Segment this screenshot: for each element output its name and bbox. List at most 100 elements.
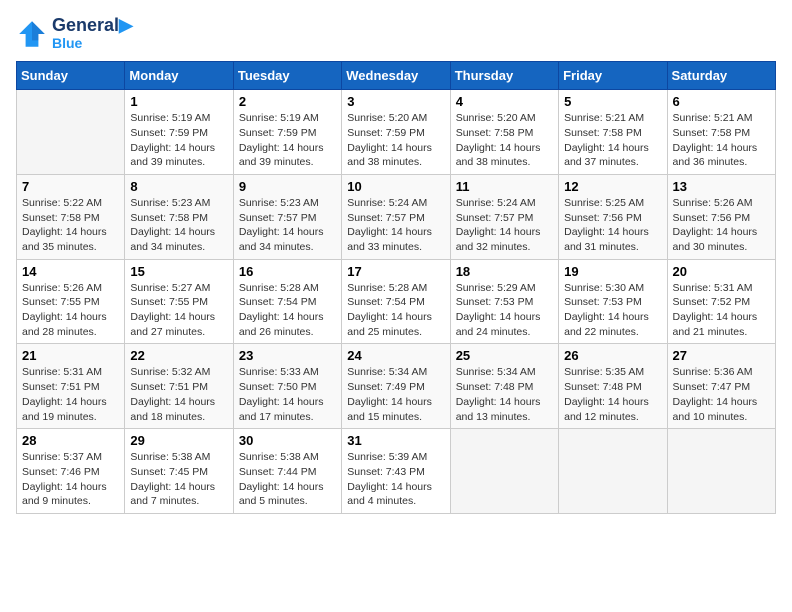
calendar-cell: 15 Sunrise: 5:27 AM Sunset: 7:55 PM Dayli… — [125, 259, 233, 344]
day-number: 10 — [347, 179, 444, 194]
day-info: Sunrise: 5:23 AM Sunset: 7:58 PM Dayligh… — [130, 196, 227, 255]
calendar-week-row: 1 Sunrise: 5:19 AM Sunset: 7:59 PM Daylig… — [17, 90, 776, 175]
calendar-cell: 20 Sunrise: 5:31 AM Sunset: 7:52 PM Dayli… — [667, 259, 775, 344]
day-info: Sunrise: 5:33 AM Sunset: 7:50 PM Dayligh… — [239, 365, 336, 424]
calendar-cell: 31Sunrise: 5:39 AM Sunset: 7:43 PM Dayli… — [342, 429, 450, 514]
day-header-wednesday: Wednesday — [342, 62, 450, 90]
day-info: Sunrise: 5:19 AM Sunset: 7:59 PM Dayligh… — [239, 111, 336, 170]
day-number: 27 — [673, 348, 770, 363]
calendar-cell: 13 Sunrise: 5:26 AM Sunset: 7:56 PM Dayli… — [667, 174, 775, 259]
calendar-cell: 10 Sunrise: 5:24 AM Sunset: 7:57 PM Dayli… — [342, 174, 450, 259]
page-header: General▶ Blue — [16, 16, 776, 51]
day-header-friday: Friday — [559, 62, 667, 90]
logo-icon — [16, 18, 48, 50]
calendar-cell: 3Sunrise: 5:20 AM Sunset: 7:59 PM Daylig… — [342, 90, 450, 175]
calendar-cell: 21Sunrise: 5:31 AM Sunset: 7:51 PM Dayli… — [17, 344, 125, 429]
day-number: 29 — [130, 433, 227, 448]
day-info: Sunrise: 5:34 AM Sunset: 7:48 PM Dayligh… — [456, 365, 553, 424]
day-number: 16 — [239, 264, 336, 279]
calendar-cell — [667, 429, 775, 514]
day-info: Sunrise: 5:23 AM Sunset: 7:57 PM Dayligh… — [239, 196, 336, 255]
logo-text: General▶ Blue — [52, 16, 133, 51]
calendar-cell: 29 Sunrise: 5:38 AM Sunset: 7:45 PM Dayli… — [125, 429, 233, 514]
calendar-cell: 11 Sunrise: 5:24 AM Sunset: 7:57 PM Dayli… — [450, 174, 558, 259]
day-number: 28 — [22, 433, 119, 448]
calendar-cell — [559, 429, 667, 514]
calendar-cell: 19Sunrise: 5:30 AM Sunset: 7:53 PM Dayli… — [559, 259, 667, 344]
calendar-cell: 14 Sunrise: 5:26 AM Sunset: 7:55 PM Dayli… — [17, 259, 125, 344]
calendar-cell: 26 Sunrise: 5:35 AM Sunset: 7:48 PM Dayli… — [559, 344, 667, 429]
day-number: 1 — [130, 94, 227, 109]
calendar-cell: 24 Sunrise: 5:34 AM Sunset: 7:49 PM Dayli… — [342, 344, 450, 429]
calendar-header-row: SundayMondayTuesdayWednesdayThursdayFrid… — [17, 62, 776, 90]
day-info: Sunrise: 5:37 AM Sunset: 7:46 PM Dayligh… — [22, 450, 119, 509]
calendar-cell: 23 Sunrise: 5:33 AM Sunset: 7:50 PM Dayli… — [233, 344, 341, 429]
calendar-cell: 22 Sunrise: 5:32 AM Sunset: 7:51 PM Dayli… — [125, 344, 233, 429]
day-info: Sunrise: 5:34 AM Sunset: 7:49 PM Dayligh… — [347, 365, 444, 424]
day-number: 15 — [130, 264, 227, 279]
day-info: Sunrise: 5:27 AM Sunset: 7:55 PM Dayligh… — [130, 281, 227, 340]
day-number: 14 — [22, 264, 119, 279]
day-number: 18 — [456, 264, 553, 279]
calendar-cell: 7Sunrise: 5:22 AM Sunset: 7:58 PM Daylig… — [17, 174, 125, 259]
day-info: Sunrise: 5:26 AM Sunset: 7:56 PM Dayligh… — [673, 196, 770, 255]
calendar-cell: 1 Sunrise: 5:19 AM Sunset: 7:59 PM Daylig… — [125, 90, 233, 175]
day-header-saturday: Saturday — [667, 62, 775, 90]
day-number: 25 — [456, 348, 553, 363]
day-info: Sunrise: 5:24 AM Sunset: 7:57 PM Dayligh… — [456, 196, 553, 255]
day-number: 11 — [456, 179, 553, 194]
calendar-cell: 27 Sunrise: 5:36 AM Sunset: 7:47 PM Dayli… — [667, 344, 775, 429]
calendar-week-row: 7Sunrise: 5:22 AM Sunset: 7:58 PM Daylig… — [17, 174, 776, 259]
calendar-table: SundayMondayTuesdayWednesdayThursdayFrid… — [16, 61, 776, 514]
day-number: 13 — [673, 179, 770, 194]
day-info: Sunrise: 5:20 AM Sunset: 7:58 PM Dayligh… — [456, 111, 553, 170]
day-info: Sunrise: 5:21 AM Sunset: 7:58 PM Dayligh… — [564, 111, 661, 170]
day-info: Sunrise: 5:28 AM Sunset: 7:54 PM Dayligh… — [347, 281, 444, 340]
day-info: Sunrise: 5:31 AM Sunset: 7:52 PM Dayligh… — [673, 281, 770, 340]
calendar-cell: 8 Sunrise: 5:23 AM Sunset: 7:58 PM Daylig… — [125, 174, 233, 259]
calendar-cell: 6 Sunrise: 5:21 AM Sunset: 7:58 PM Daylig… — [667, 90, 775, 175]
calendar-cell — [17, 90, 125, 175]
calendar-cell: 28 Sunrise: 5:37 AM Sunset: 7:46 PM Dayli… — [17, 429, 125, 514]
day-number: 2 — [239, 94, 336, 109]
calendar-cell: 16 Sunrise: 5:28 AM Sunset: 7:54 PM Dayli… — [233, 259, 341, 344]
logo: General▶ Blue — [16, 16, 133, 51]
calendar-cell: 4Sunrise: 5:20 AM Sunset: 7:58 PM Daylig… — [450, 90, 558, 175]
day-number: 22 — [130, 348, 227, 363]
day-info: Sunrise: 5:22 AM Sunset: 7:58 PM Dayligh… — [22, 196, 119, 255]
day-number: 8 — [130, 179, 227, 194]
calendar-cell: 12Sunrise: 5:25 AM Sunset: 7:56 PM Dayli… — [559, 174, 667, 259]
day-header-thursday: Thursday — [450, 62, 558, 90]
day-number: 23 — [239, 348, 336, 363]
day-number: 24 — [347, 348, 444, 363]
day-number: 5 — [564, 94, 661, 109]
day-info: Sunrise: 5:20 AM Sunset: 7:59 PM Dayligh… — [347, 111, 444, 170]
day-info: Sunrise: 5:26 AM Sunset: 7:55 PM Dayligh… — [22, 281, 119, 340]
calendar-cell: 30 Sunrise: 5:38 AM Sunset: 7:44 PM Dayli… — [233, 429, 341, 514]
day-number: 6 — [673, 94, 770, 109]
day-info: Sunrise: 5:19 AM Sunset: 7:59 PM Dayligh… — [130, 111, 227, 170]
day-header-monday: Monday — [125, 62, 233, 90]
day-number: 17 — [347, 264, 444, 279]
day-number: 20 — [673, 264, 770, 279]
day-info: Sunrise: 5:24 AM Sunset: 7:57 PM Dayligh… — [347, 196, 444, 255]
calendar-body: 1 Sunrise: 5:19 AM Sunset: 7:59 PM Daylig… — [17, 90, 776, 514]
day-number: 21 — [22, 348, 119, 363]
day-info: Sunrise: 5:32 AM Sunset: 7:51 PM Dayligh… — [130, 365, 227, 424]
day-info: Sunrise: 5:38 AM Sunset: 7:45 PM Dayligh… — [130, 450, 227, 509]
day-number: 30 — [239, 433, 336, 448]
day-number: 26 — [564, 348, 661, 363]
calendar-cell: 9 Sunrise: 5:23 AM Sunset: 7:57 PM Daylig… — [233, 174, 341, 259]
day-header-tuesday: Tuesday — [233, 62, 341, 90]
day-number: 9 — [239, 179, 336, 194]
day-info: Sunrise: 5:35 AM Sunset: 7:48 PM Dayligh… — [564, 365, 661, 424]
day-info: Sunrise: 5:36 AM Sunset: 7:47 PM Dayligh… — [673, 365, 770, 424]
calendar-cell — [450, 429, 558, 514]
day-info: Sunrise: 5:28 AM Sunset: 7:54 PM Dayligh… — [239, 281, 336, 340]
day-info: Sunrise: 5:38 AM Sunset: 7:44 PM Dayligh… — [239, 450, 336, 509]
calendar-cell: 17 Sunrise: 5:28 AM Sunset: 7:54 PM Dayli… — [342, 259, 450, 344]
day-info: Sunrise: 5:21 AM Sunset: 7:58 PM Dayligh… — [673, 111, 770, 170]
day-header-sunday: Sunday — [17, 62, 125, 90]
day-number: 31 — [347, 433, 444, 448]
calendar-week-row: 14 Sunrise: 5:26 AM Sunset: 7:55 PM Dayli… — [17, 259, 776, 344]
